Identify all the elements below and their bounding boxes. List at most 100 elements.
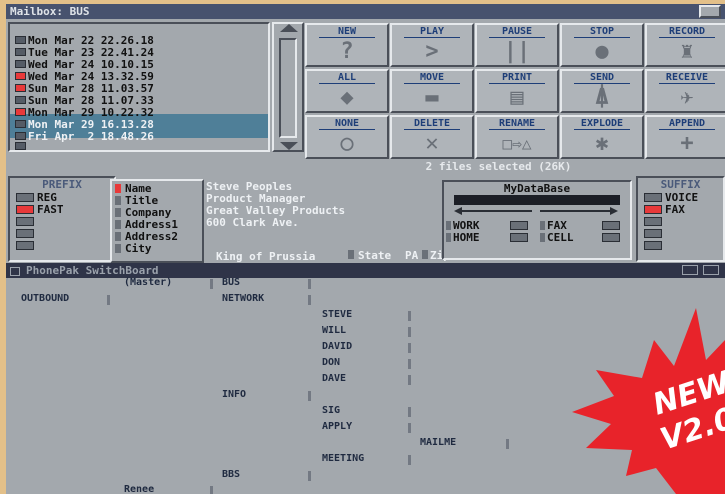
node-network[interactable]: NETWORK [218,294,311,308]
node-don[interactable]: DON [318,358,411,372]
message-flag-icon [15,142,26,150]
explode-button[interactable]: EXPLODE ✱ [560,115,644,159]
state-label: State [358,249,392,262]
all-button[interactable]: ALL ◆ [305,69,389,113]
satellite-dish-icon: ✈ [680,85,694,110]
none-button[interactable]: NONE ○ [305,115,389,159]
selection-status: 2 files selected (26K) [425,160,572,173]
plus-icon: + [680,131,694,156]
field-marker-icon [115,232,121,241]
field-marker-icon [348,250,354,259]
receive-button[interactable]: RECEIVE ✈ [645,69,725,113]
node-mailme[interactable]: MAILME [416,438,509,452]
node-master[interactable]: (Master) [120,278,213,292]
scroll-down-arrow-icon[interactable] [280,142,298,150]
scrollbar-track[interactable] [279,38,297,138]
depth-gadget-icon[interactable] [699,5,721,18]
play-icon: > [425,39,439,64]
message-flag-icon [15,72,26,80]
arrow-left-icon [454,207,462,215]
message-scrollbar[interactable] [272,22,304,152]
send-button[interactable]: SEND ⍋ [560,69,644,113]
node-info[interactable]: INFO [218,390,311,404]
toggle-icon[interactable] [16,217,34,226]
zoom-icon[interactable] [682,265,698,275]
close-icon[interactable] [10,266,20,276]
message-flag-icon [15,36,26,44]
node-bbs[interactable]: BBS [218,470,311,484]
mailbox-title-bar[interactable]: Mailbox: BUS [6,4,725,19]
field-marker-icon [422,250,428,259]
append-button[interactable]: APPEND + [645,115,725,159]
field-marker-icon [115,220,121,229]
node-david[interactable]: DAVID [318,342,411,356]
message-flag-icon [15,60,26,68]
node-apply[interactable]: APPLY [318,422,411,436]
toggle-icon [510,233,528,242]
stop-button[interactable]: STOP ● [560,23,644,67]
switchboard-title: PhonePak SwitchBoard [26,264,159,277]
circle-icon: ○ [340,131,354,156]
arrow-right-icon [610,207,618,215]
message-flag-icon [15,120,26,128]
node-sig[interactable]: SIG [318,406,411,420]
toggle-icon [16,205,34,214]
city-label: City [125,242,152,255]
record-button[interactable]: RECORD ♜ [645,23,725,67]
message-flag-icon [15,108,26,116]
node-outbound[interactable]: OUTBOUND [17,294,110,308]
node-bus[interactable]: BUS [218,278,311,292]
database-nav-left[interactable] [454,206,534,216]
new-button[interactable]: NEW ? [305,23,389,67]
switchboard-title-bar[interactable]: PhonePak SwitchBoard [6,263,725,278]
rename-icon: □⇨△ [502,134,532,153]
scroll-up-arrow-icon[interactable] [280,24,298,32]
x-icon: ✕ [425,131,439,156]
database-display [454,195,620,205]
delete-button[interactable]: DELETE ✕ [390,115,474,159]
field-marker-icon [115,184,121,193]
move-button[interactable]: MOVE ▬ [390,69,474,113]
rocket-icon: ⍋ [595,85,609,110]
toggle-icon [602,233,620,242]
toggle-icon [644,193,662,202]
print-button[interactable]: PRINT ▤ [475,69,559,113]
suffix-title: SUFFIX [660,178,701,191]
up-down-icon: ◆ [340,85,354,110]
message-flag-icon [15,48,26,56]
toggle-icon[interactable] [644,229,662,238]
database-panel: MyDataBase WORK HOME FAX CELL [442,180,632,260]
toggle-icon [644,205,662,214]
field-marker-icon [115,244,121,253]
node-steve[interactable]: STEVE [318,310,411,324]
field-labels: Name Title Company Address1 Address2 Cit… [110,179,204,263]
depth-icon[interactable] [703,265,719,275]
play-button[interactable]: PLAY > [390,23,474,67]
field-marker-icon [115,208,121,217]
toggle-icon[interactable] [16,229,34,238]
toggle-icon[interactable] [644,217,662,226]
toggle-icon [510,221,528,230]
message-flag-icon [15,132,26,140]
toggle-icon [602,221,620,230]
message-flag-icon [15,84,26,92]
field-marker-icon [115,196,121,205]
new-version-badge: NEW V2.0 [572,308,725,494]
printer-icon: ▤ [510,85,524,110]
toggle-icon[interactable] [644,241,662,250]
message-list[interactable]: Mon Mar 22 22.26.18 Tue Mar 23 22.41.24 … [8,22,270,152]
stop-icon: ● [595,39,609,64]
node-dave[interactable]: DAVE [318,374,411,388]
database-nav-right[interactable] [540,206,620,216]
rename-button[interactable]: RENAME □⇨△ [475,115,559,159]
truck-icon: ▬ [425,85,439,110]
toggle-icon [16,193,34,202]
pause-icon: || [503,39,531,64]
node-renee[interactable]: Renee [120,485,213,494]
node-meeting[interactable]: MEETING [318,454,411,468]
toggle-icon[interactable] [16,241,34,250]
database-title: MyDataBase [503,182,571,195]
explosion-icon: ✱ [595,131,609,156]
pause-button[interactable]: PAUSE || [475,23,559,67]
node-will[interactable]: WILL [318,326,411,340]
